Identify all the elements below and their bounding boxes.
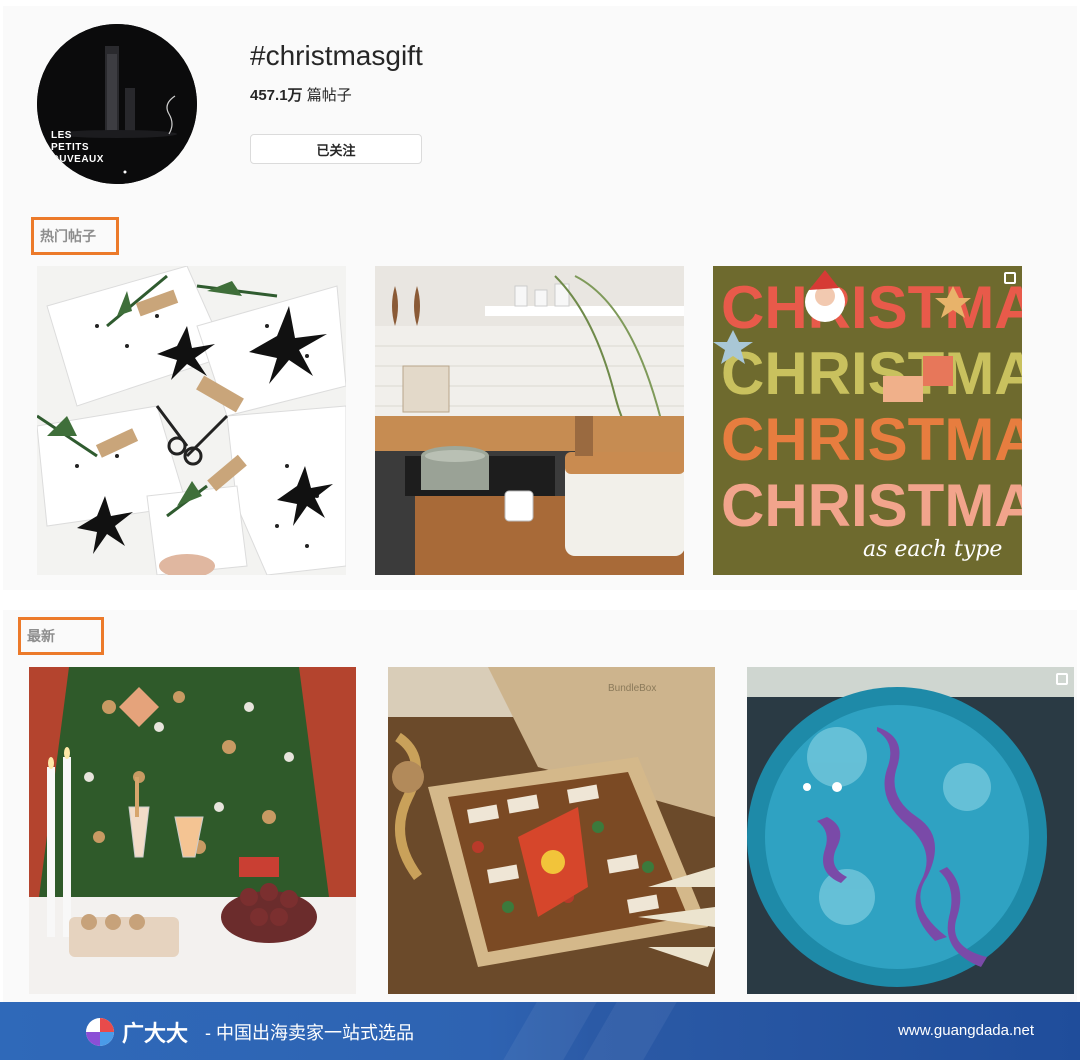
top-posts-label: 热门帖子 bbox=[31, 217, 119, 255]
lettering-line-3: CHRISTMAS bbox=[721, 406, 1022, 473]
lettering-caption: as each type bbox=[863, 537, 1002, 562]
lettering-line-2: CHRISTMAS bbox=[721, 340, 1022, 407]
latest-post-3[interactable] bbox=[747, 667, 1074, 994]
multi-image-icon bbox=[1004, 272, 1016, 284]
top-post-3[interactable]: CHRISTMAS CHRISTMAS CHRISTMAS CHRISTMAS … bbox=[713, 266, 1022, 575]
hashtag-avatar: LES PETITS OUVEAUX bbox=[37, 24, 197, 184]
multi-image-icon bbox=[1056, 673, 1068, 685]
avatar-brand-text: LES PETITS OUVEAUX bbox=[51, 130, 104, 165]
latest-post-2[interactable]: BundleBox bbox=[388, 667, 715, 994]
hashtag-title: #christmasgift bbox=[250, 40, 423, 71]
guangdada-logo-icon bbox=[86, 1018, 114, 1046]
top-post-2[interactable] bbox=[375, 266, 684, 575]
bundlebox-label: BundleBox bbox=[608, 683, 656, 694]
site-banner: 广大大 - 中国出海卖家一站式选品 www.guangdada.net bbox=[0, 1002, 1080, 1060]
post-count: 457.1万 篇帖子 bbox=[250, 87, 352, 104]
lettering-line-1: CHRISTMAS bbox=[721, 274, 1022, 341]
latest-posts-label: 最新 bbox=[18, 617, 104, 655]
banner-brand: 广大大 bbox=[122, 1021, 189, 1046]
banner-slogan: - 中国出海卖家一站式选品 bbox=[205, 1023, 414, 1043]
following-button[interactable]: 已关注 bbox=[250, 134, 422, 164]
lettering-line-4: CHRISTMAS bbox=[721, 472, 1022, 539]
top-post-1[interactable] bbox=[37, 266, 346, 575]
latest-post-1[interactable] bbox=[29, 667, 356, 994]
banner-url[interactable]: www.guangdada.net bbox=[898, 1022, 1034, 1039]
